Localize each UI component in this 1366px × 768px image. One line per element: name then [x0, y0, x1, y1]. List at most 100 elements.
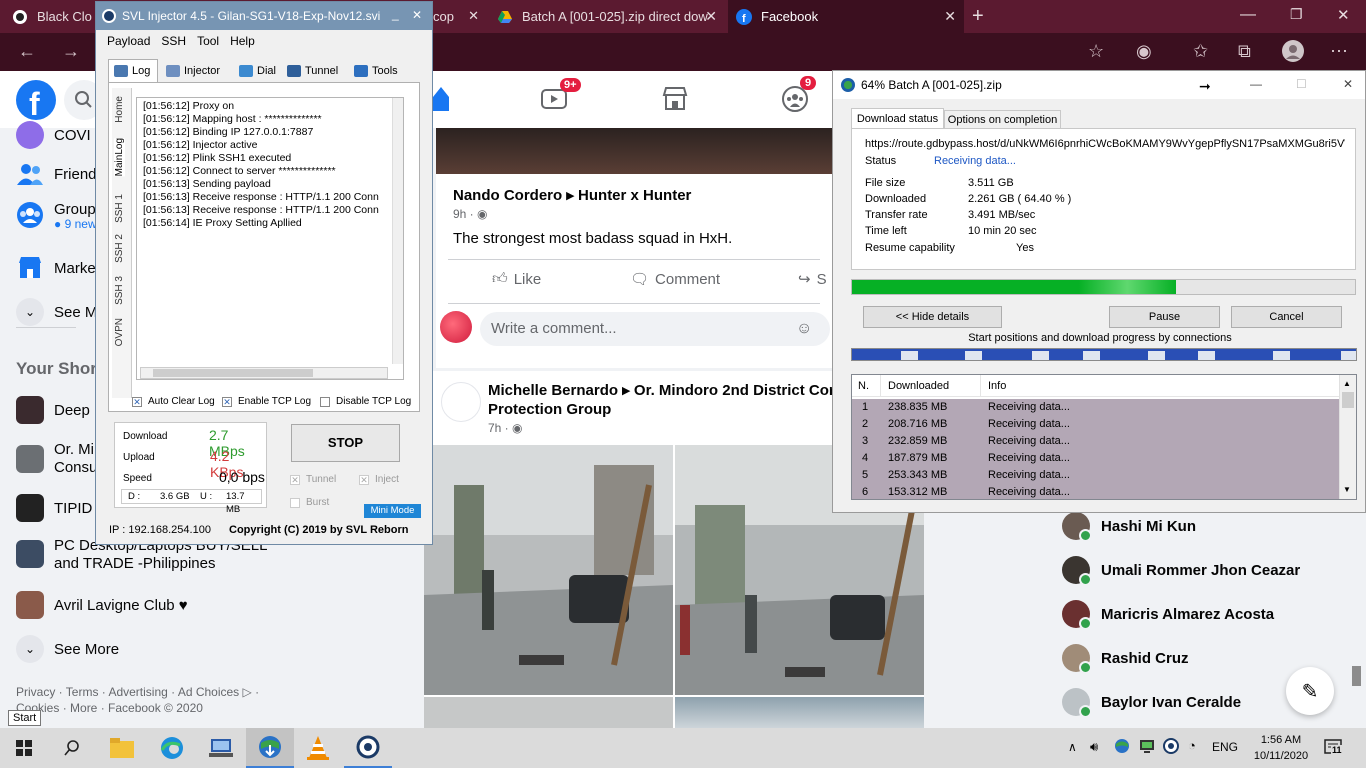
sidebar-see-more-shortcuts[interactable]: ⌄ See More: [16, 635, 119, 663]
idm-close-icon[interactable]: ✕: [1343, 77, 1353, 91]
minimize-icon[interactable]: —: [1240, 6, 1256, 24]
vtab-ssh3[interactable]: SSH 3: [114, 276, 125, 305]
tunnel-checkbox[interactable]: ✕ Tunnel: [290, 474, 336, 485]
forward-icon[interactable]: →: [62, 42, 80, 60]
collections-icon[interactable]: ⧉: [1238, 42, 1251, 60]
menu-tool[interactable]: Tool: [197, 34, 219, 48]
inject-checkbox[interactable]: ✕ Inject: [359, 474, 399, 485]
header-n[interactable]: N.: [858, 380, 869, 392]
taskbar-search-button[interactable]: [48, 728, 96, 768]
taskbar-edge[interactable]: [148, 728, 196, 768]
scrollbar-thumb[interactable]: [1342, 392, 1354, 408]
restore-icon[interactable]: ❐: [1290, 6, 1303, 23]
shortcut-tipid[interactable]: TIPID: [16, 494, 92, 522]
tab-options-on-completion[interactable]: Options on completion: [944, 110, 1061, 129]
emoji-icon[interactable]: ☺: [796, 312, 812, 346]
sidebar-item-groups[interactable]: Group ● 9 new: [16, 201, 97, 231]
taskbar-vlc[interactable]: [294, 728, 342, 768]
vtab-ssh2[interactable]: SSH 2: [114, 234, 125, 263]
language-indicator[interactable]: ENG: [1212, 740, 1238, 754]
tray-svl-icon[interactable]: [1163, 738, 1179, 754]
contact-baylor-ivan[interactable]: Baylor Ivan Ceralde: [1062, 688, 1241, 718]
menu-help[interactable]: Help: [230, 34, 255, 48]
new-tab-button[interactable]: +: [972, 5, 984, 28]
vtab-ovpn[interactable]: OVPN: [114, 318, 125, 346]
contact-rashid-cruz[interactable]: Rashid Cruz: [1062, 644, 1189, 674]
enable-tcp-log-checkbox[interactable]: ✕ Enable TCP Log: [222, 396, 311, 407]
sidebar-item-marketplace[interactable]: Marke: [16, 254, 96, 282]
log-scrollbar-thumb[interactable]: [153, 369, 313, 377]
taskbar-svl-injector[interactable]: [344, 728, 392, 768]
groups-icon[interactable]: 9: [781, 76, 817, 113]
pause-button[interactable]: Pause: [1109, 306, 1220, 328]
profile-avatar-icon[interactable]: [1282, 40, 1304, 62]
svl-tab-tools[interactable]: Tools: [354, 60, 398, 82]
group-avatar[interactable]: [441, 382, 481, 422]
scroll-up-icon[interactable]: ▲: [1343, 379, 1351, 388]
header-info[interactable]: Info: [988, 380, 1006, 392]
tab-close-icon[interactable]: ✕: [468, 8, 479, 24]
show-hidden-icons[interactable]: ∧: [1068, 740, 1077, 754]
settings-more-icon[interactable]: ⋯: [1330, 42, 1348, 60]
svl-tab-dial[interactable]: Dial: [239, 60, 276, 82]
svl-close-icon[interactable]: ✕: [412, 8, 422, 22]
menu-ssh[interactable]: SSH: [161, 34, 186, 48]
hide-details-button[interactable]: << Hide details: [863, 306, 1002, 328]
log-horizontal-scrollbar[interactable]: [140, 367, 388, 379]
home-icon[interactable]: [433, 85, 449, 111]
shortcut-or-mindoro[interactable]: Or. Mi Consu: [16, 441, 97, 477]
menu-payload[interactable]: Payload: [107, 34, 150, 48]
facebook-footer-links[interactable]: Privacy · Terms · Advertising · Ad Choic…: [16, 684, 316, 716]
taskbar-file-explorer[interactable]: [98, 728, 146, 768]
notification-center-button[interactable]: 11: [1324, 739, 1344, 757]
post-photo-4[interactable]: [675, 697, 924, 728]
burst-checkbox[interactable]: Burst: [290, 497, 329, 508]
disable-tcp-log-checkbox[interactable]: Disable TCP Log: [320, 396, 411, 407]
idm-title-bar[interactable]: 64% Batch A [001-025].zip ➞ — ☐ ✕: [833, 71, 1365, 99]
contact-hashi-mi-kun[interactable]: Hashi Mi Kun: [1062, 512, 1196, 542]
page-scrollbar-thumb[interactable]: [1352, 666, 1361, 686]
header-downloaded[interactable]: Downloaded: [888, 380, 949, 392]
table-scrollbar[interactable]: ▲ ▼: [1339, 375, 1356, 499]
browser-tab-black-clover[interactable]: Black Clo: [12, 0, 97, 33]
comment-input[interactable]: Write a comment... ☺: [480, 312, 830, 346]
table-row[interactable]: 2 208.716 MB Receiving data...: [852, 416, 1339, 433]
favorite-star-icon[interactable]: ☆: [1088, 42, 1104, 60]
favorites-list-icon[interactable]: ✩: [1193, 42, 1208, 60]
volume-icon[interactable]: 🔊︎: [1090, 739, 1098, 755]
vtab-ssh1[interactable]: SSH 1: [114, 194, 125, 223]
watch-icon[interactable]: 9+: [541, 78, 581, 111]
contact-maricris[interactable]: Maricris Almarez Acosta: [1062, 600, 1274, 630]
table-row[interactable]: 3 232.859 MB Receiving data...: [852, 433, 1339, 450]
browser-tab-facebook[interactable]: f Facebook ✕: [728, 0, 964, 33]
svl-tab-tunnel[interactable]: Tunnel: [287, 60, 338, 82]
shortcut-deep[interactable]: Deep: [16, 396, 90, 424]
tray-idm-icon[interactable]: [1114, 738, 1130, 754]
shortcut-avril[interactable]: Avril Lavigne Club ♥: [16, 591, 188, 619]
sidebar-item-covid[interactable]: COVI: [16, 121, 91, 149]
post-author[interactable]: Michelle Bernardo ▸ Or. Mindoro 2nd Dist…: [488, 381, 846, 419]
table-row[interactable]: 6 153.312 MB Receiving data...: [852, 484, 1339, 499]
clock[interactable]: 1:56 AM 10/11/2020: [1246, 732, 1316, 764]
table-row[interactable]: 1 238.835 MB Receiving data...: [852, 399, 1339, 416]
idm-minimize-icon[interactable]: —: [1250, 77, 1262, 91]
marketplace-icon[interactable]: [662, 87, 688, 111]
svl-tab-log[interactable]: Log: [114, 60, 150, 82]
window-close-icon[interactable]: ✕: [1337, 6, 1350, 24]
like-button[interactable]: 👍︎ Like: [492, 270, 541, 288]
table-row[interactable]: 5 253.343 MB Receiving data...: [852, 467, 1339, 484]
browser-tab-batch-a[interactable]: Batch A [001-025].zip direct dow ✕: [489, 0, 725, 33]
mini-mode-button[interactable]: Mini Mode: [364, 504, 421, 518]
auto-clear-log-checkbox[interactable]: ✕ Auto Clear Log: [132, 396, 215, 407]
wifi-icon[interactable]: ◔: [1188, 738, 1196, 753]
svl-minimize-icon[interactable]: _: [392, 7, 399, 21]
post-photo-1[interactable]: [424, 445, 673, 695]
taskbar-idm[interactable]: [246, 728, 294, 768]
taskbar-network-app[interactable]: [198, 728, 246, 768]
log-vertical-scrollbar[interactable]: [392, 98, 403, 364]
facebook-logo-icon[interactable]: f: [16, 80, 56, 120]
stop-button[interactable]: STOP: [291, 424, 400, 462]
tab-close-icon[interactable]: ✕: [705, 8, 717, 25]
contact-umali-rommer[interactable]: Umali Rommer Jhon Ceazar: [1062, 556, 1300, 586]
cancel-button[interactable]: Cancel: [1231, 306, 1342, 328]
